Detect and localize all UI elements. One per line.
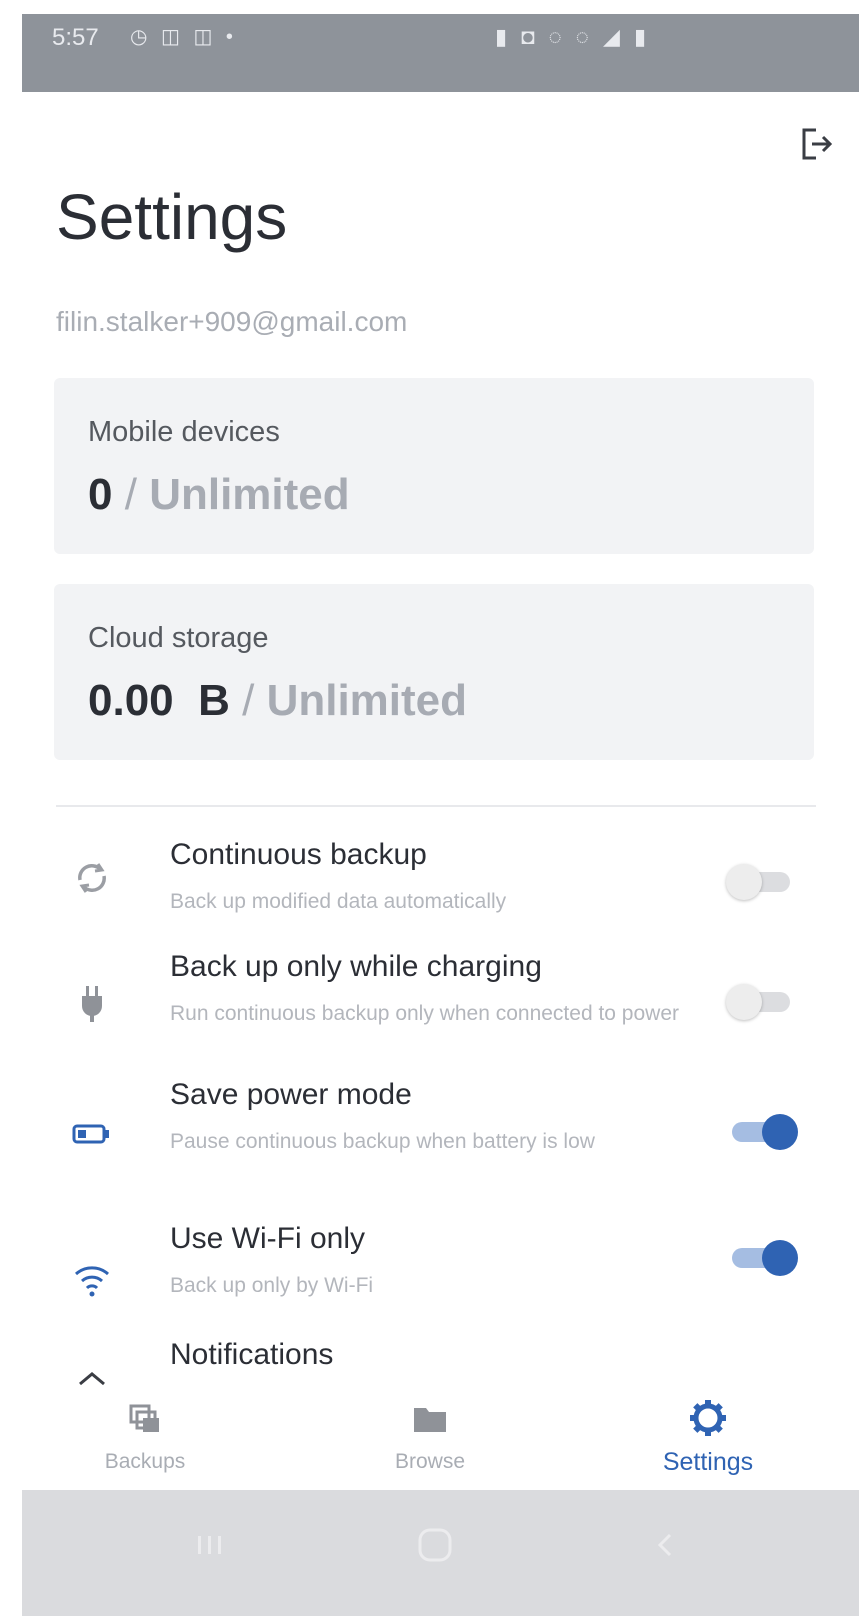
setting-save-power-mode[interactable]: Save power mode Pause continuous backup … xyxy=(0,1074,859,1194)
setting-title: Continuous backup xyxy=(170,838,427,871)
setting-notifications[interactable]: Notifications xyxy=(0,1334,859,1390)
setting-continuous-backup[interactable]: Continuous backup Back up modified data … xyxy=(0,830,859,930)
backups-icon xyxy=(125,1398,165,1438)
nav-settings[interactable]: Settings xyxy=(608,1390,808,1490)
backup-while-charging-toggle[interactable] xyxy=(726,984,798,1020)
use-wifi-only-toggle[interactable] xyxy=(726,1240,798,1276)
limit-value: Unlimited xyxy=(149,470,350,519)
bottom-navigation: Backups Browse Settings xyxy=(0,1390,859,1490)
limit-value: Unlimited xyxy=(266,676,468,725)
status-system-icons: ▮ ◘ ◌ ◌ ◢ ▮ xyxy=(495,24,651,49)
status-time: 5:57 xyxy=(52,24,99,51)
nav-label: Backups xyxy=(104,1450,186,1473)
nav-browse[interactable]: Browse xyxy=(330,1390,530,1490)
setting-use-wifi-only[interactable]: Use Wi-Fi only Back up only by Wi-Fi xyxy=(0,1220,859,1320)
setting-description: Pause continuous backup when battery is … xyxy=(170,1130,595,1153)
home-icon[interactable] xyxy=(410,1520,460,1570)
back-icon[interactable] xyxy=(650,1520,680,1570)
setting-title: Save power mode xyxy=(170,1078,412,1111)
card-value: 0 / Unlimited xyxy=(88,470,350,520)
separator: / xyxy=(242,676,255,725)
cloud-storage-card: Cloud storage 0.00 B / Unlimited xyxy=(54,584,814,760)
account-email: filin.stalker+909@gmail.com xyxy=(56,306,408,337)
nav-label: Browse xyxy=(394,1450,466,1473)
battery-icon xyxy=(72,1114,112,1154)
card-value: 0.00 B / Unlimited xyxy=(88,676,467,726)
setting-title: Notifications xyxy=(170,1338,334,1371)
save-power-mode-toggle[interactable] xyxy=(726,1114,798,1150)
page-title: Settings xyxy=(56,181,288,253)
setting-description: Back up only by Wi-Fi xyxy=(170,1274,374,1297)
logout-icon[interactable] xyxy=(800,126,834,162)
folder-icon xyxy=(410,1398,450,1438)
setting-description: Back up modified data automatically xyxy=(170,890,507,913)
nav-label: Settings xyxy=(662,1448,754,1476)
recent-apps-icon[interactable] xyxy=(190,1520,230,1570)
setting-title: Use Wi-Fi only xyxy=(170,1222,366,1255)
sync-icon xyxy=(72,858,112,898)
setting-description: Run continuous backup only when connecte… xyxy=(170,1002,680,1025)
continuous-backup-toggle[interactable] xyxy=(726,864,798,900)
gear-icon xyxy=(688,1398,728,1438)
nav-backups[interactable]: Backups xyxy=(45,1390,245,1490)
status-notification-icons: ◷ ◫ ◫ • xyxy=(130,26,237,48)
mobile-devices-card: Mobile devices 0 / Unlimited xyxy=(54,378,814,554)
used-value: 0.00 B xyxy=(88,676,230,725)
wifi-icon xyxy=(72,1260,112,1300)
used-value: 0 xyxy=(88,470,113,519)
card-label: Mobile devices xyxy=(88,416,280,448)
system-navigation-bar xyxy=(22,1490,859,1616)
setting-backup-while-charging[interactable]: Back up only while charging Run continuo… xyxy=(0,948,859,1060)
separator: / xyxy=(124,470,137,519)
plug-icon xyxy=(72,984,112,1024)
divider xyxy=(56,805,816,807)
setting-title: Back up only while charging xyxy=(170,950,542,983)
chevron-up-icon[interactable] xyxy=(72,1364,112,1390)
card-label: Cloud storage xyxy=(88,622,269,654)
